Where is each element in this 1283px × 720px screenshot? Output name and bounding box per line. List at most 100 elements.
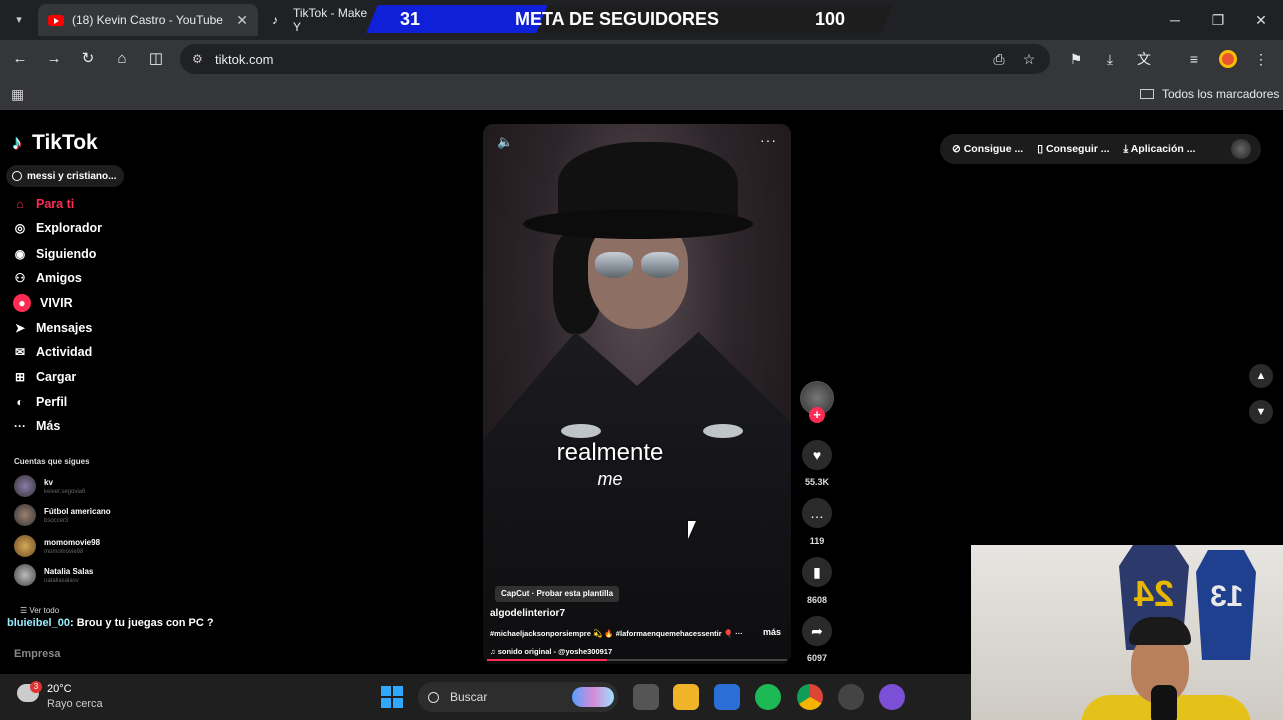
search-input[interactable]: messi y cristiano... xyxy=(6,165,124,187)
all-bookmarks[interactable]: Todos los marcadores xyxy=(1140,87,1279,101)
close-icon[interactable]: ✕ xyxy=(236,12,248,29)
video-caption: realmente xyxy=(556,439,664,466)
video-username[interactable]: algodelinterior7 xyxy=(490,608,565,619)
more-options-icon[interactable]: ··· xyxy=(760,132,777,148)
progress-fill xyxy=(487,659,607,661)
nav-item-siguiendo[interactable]: ◉ Siguiendo xyxy=(13,244,97,264)
save-button[interactable]: ▮ xyxy=(802,557,832,587)
menu-icon[interactable]: ⋮ xyxy=(1252,50,1270,68)
like-button[interactable]: ♥ xyxy=(802,440,832,470)
following-item[interactable]: Natalia Salas nataliasalasv xyxy=(14,564,93,586)
task-view-icon[interactable] xyxy=(633,684,659,710)
profile-avatar[interactable] xyxy=(1219,50,1237,68)
video-progress-bar[interactable] xyxy=(487,659,787,661)
bookmark-icon: ▮ xyxy=(813,564,821,580)
tiktok-logo[interactable]: ♪ TikTok xyxy=(12,131,98,155)
list-icon: ☰ xyxy=(20,606,30,615)
home-icon[interactable]: ⌂ xyxy=(112,49,132,69)
file-explorer-icon[interactable] xyxy=(673,684,699,710)
extension-icon[interactable]: ⚑ xyxy=(1067,50,1085,68)
comment-button[interactable]: … xyxy=(802,498,832,528)
reload-icon[interactable]: ↻ xyxy=(78,49,98,69)
see-all-link[interactable]: ☰ Ver todo xyxy=(20,606,59,615)
banner-current: 31 xyxy=(400,9,421,29)
forward-icon[interactable]: → xyxy=(44,49,64,69)
top-right-actions: ⊘ Consigue ... ▯ Conseguir ... ⤓ Aplicac… xyxy=(940,134,1261,164)
get-app-button[interactable]: ▯ Conseguir ... xyxy=(1037,143,1109,155)
nav-item-amigos[interactable]: ⚇ Amigos xyxy=(13,268,82,288)
volume-icon[interactable]: 🔈 xyxy=(497,134,513,150)
restore-button[interactable]: ❐ xyxy=(1203,8,1233,32)
get-coins-button[interactable]: ⊘ Consigue ... xyxy=(952,143,1023,155)
comment-count: 119 xyxy=(809,536,825,546)
search-icon xyxy=(428,691,439,703)
video-sound[interactable]: ♫ sonido original - @yoshe300917 xyxy=(490,647,612,656)
obs-icon[interactable] xyxy=(838,684,864,710)
chat-app-icon[interactable] xyxy=(879,684,905,710)
install-app-icon[interactable]: ⎙ xyxy=(990,50,1008,68)
follower-goal-banner: 31 META DE SEGUIDORES 100 xyxy=(366,5,893,33)
avatar xyxy=(14,564,36,586)
activity-icon: ✉ xyxy=(14,345,26,359)
translate-icon[interactable]: 文 xyxy=(1135,50,1153,68)
nav-item-perfil[interactable]: ◐ Perfil xyxy=(13,392,67,412)
previous-video-button[interactable]: ▲ xyxy=(1249,364,1273,388)
download-app-button[interactable]: ⤓ Aplicación ... xyxy=(1124,143,1196,156)
nav-item-cargar[interactable]: ⊞ Cargar xyxy=(13,367,76,387)
following-item[interactable]: momomovie98 momomovie98 xyxy=(14,535,100,557)
video-player[interactable]: realmente me 🔈 ··· CapCut · Probar esta … xyxy=(483,124,791,664)
footer-empresa[interactable]: Empresa xyxy=(14,648,60,660)
music-note-icon: ♫ xyxy=(490,647,498,656)
nav-item-vivir[interactable]: ● VIVIR xyxy=(13,293,73,313)
split-view-icon[interactable]: ◫ xyxy=(146,49,166,69)
nav-item-actividad[interactable]: ✉ Actividad xyxy=(13,342,92,362)
back-icon[interactable]: ← xyxy=(10,49,30,69)
youtube-icon xyxy=(48,14,64,26)
address-bar[interactable]: ⚙ tiktok.com xyxy=(180,44,1050,74)
weather-condition[interactable]: Rayo cerca xyxy=(47,698,103,710)
download-icon[interactable]: ⤓ xyxy=(1101,50,1119,68)
spotify-icon[interactable] xyxy=(755,684,781,710)
tab-search-icon[interactable]: ▾ xyxy=(10,11,28,29)
nav-item-explorador[interactable]: ◎ Explorador xyxy=(13,218,102,238)
share-button[interactable]: ➦ xyxy=(802,616,832,646)
banner-goal: 100 xyxy=(815,9,846,29)
banner-title: META DE SEGUIDORES xyxy=(515,9,720,29)
temperature[interactable]: 20°C xyxy=(47,683,72,695)
tab-youtube[interactable]: (18) Kevin Castro - YouTube ✕ xyxy=(38,4,258,36)
tab-tiktok[interactable]: ♪ TikTok - Make Y xyxy=(262,4,382,36)
following-item[interactable]: Fútbol americano bsoccer3 xyxy=(14,504,111,526)
nav-item-mas[interactable]: ··· Más xyxy=(13,416,60,436)
video-frame-detail xyxy=(561,424,601,438)
store-icon[interactable] xyxy=(714,684,740,710)
video-hashtags[interactable]: #michaeljacksonporsiempre 💫 🔥 #laformaen… xyxy=(490,629,785,638)
nav-item-para-ti[interactable]: ⌂ Para ti xyxy=(13,194,74,214)
avatar xyxy=(14,475,36,497)
upload-icon: ⊞ xyxy=(14,370,26,384)
nav-item-mensajes[interactable]: ➤ Mensajes xyxy=(13,318,92,338)
capcut-template-link[interactable]: CapCut · Probar esta plantilla xyxy=(495,586,620,602)
user-avatar[interactable] xyxy=(1231,139,1251,159)
bookmark-star-icon[interactable]: ☆ xyxy=(1020,50,1038,68)
following-item[interactable]: kv keiver.segovia6 xyxy=(14,475,85,497)
following-section-title: Cuentas que sigues xyxy=(14,457,90,466)
apps-grid-icon[interactable]: ▦ xyxy=(11,86,24,103)
url-text[interactable]: tiktok.com xyxy=(215,52,274,67)
video-frame-detail xyxy=(595,252,633,278)
taskbar-search[interactable]: Buscar xyxy=(418,682,618,712)
video-frame-detail xyxy=(703,424,743,438)
chrome-icon[interactable] xyxy=(797,684,823,710)
close-window-button[interactable]: ✕ xyxy=(1246,8,1276,32)
windows-start-icon[interactable] xyxy=(381,686,403,708)
video-caption-sub: me xyxy=(597,469,623,489)
profile-icon: ◐ xyxy=(16,395,24,409)
save-count: 8608 xyxy=(806,595,828,605)
minimize-button[interactable]: ─ xyxy=(1160,8,1190,32)
site-info-icon[interactable]: ⚙ xyxy=(192,52,203,66)
live-icon: ● xyxy=(13,294,31,312)
like-count: 55.3K xyxy=(804,477,830,487)
media-control-icon[interactable]: ≡ xyxy=(1185,50,1203,68)
more-link[interactable]: más xyxy=(763,627,781,637)
follow-plus-icon[interactable]: + xyxy=(809,407,825,423)
next-video-button[interactable]: ▼ xyxy=(1249,400,1273,424)
